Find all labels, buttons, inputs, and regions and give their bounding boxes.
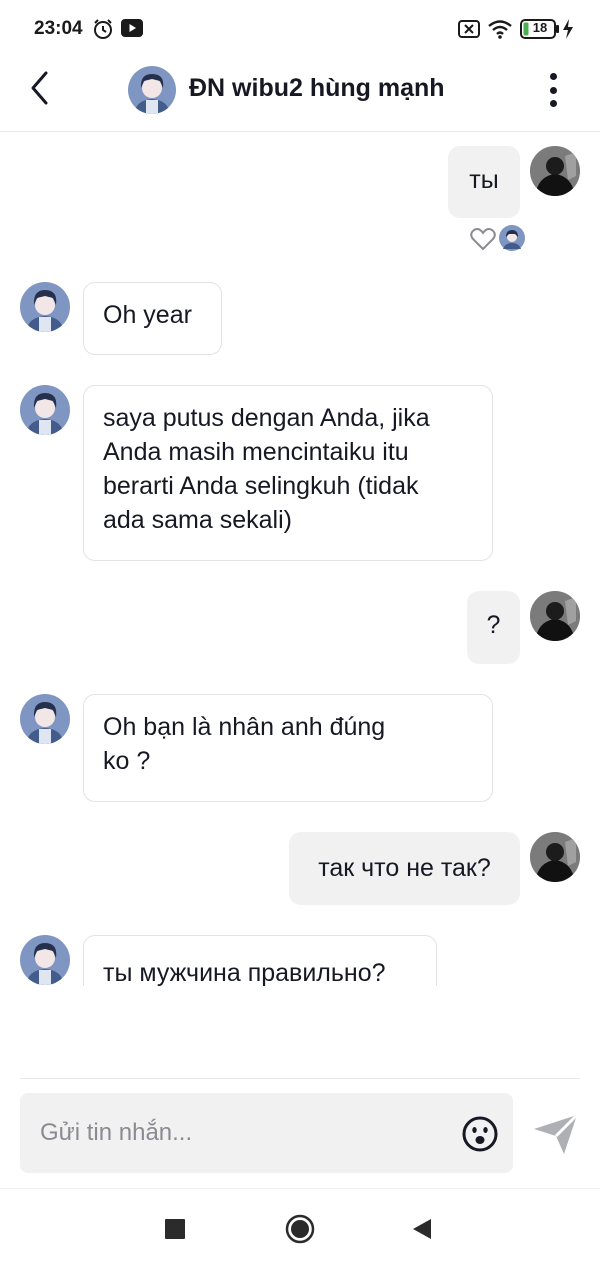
nav-recent-button[interactable]	[155, 1209, 195, 1249]
message-text: так что не так?	[318, 854, 491, 882]
status-bar: 23:04 18	[0, 0, 600, 58]
more-vertical-icon	[549, 73, 557, 80]
back-button[interactable]	[22, 68, 56, 108]
my-avatar[interactable]	[530, 146, 580, 196]
charging-icon	[563, 19, 573, 39]
message-bubble-incoming[interactable]: Oh bạn là nhân anh đúng ko ?	[83, 694, 493, 802]
message-bubble-outgoing[interactable]: так что не так?	[289, 832, 520, 905]
square-icon	[165, 1219, 185, 1239]
system-nav-bar	[0, 1188, 600, 1267]
contact-avatar[interactable]	[20, 694, 70, 744]
emoji-icon[interactable]	[461, 1115, 499, 1153]
youtube-icon	[121, 19, 143, 37]
wifi-icon	[488, 20, 512, 39]
heart-outline-icon[interactable]	[470, 227, 496, 251]
composer-divider	[20, 1078, 580, 1079]
nav-back-button[interactable]	[402, 1209, 442, 1249]
chat-title: ĐN wibu2 hùng mạnh	[189, 74, 445, 102]
message-bubble-incoming[interactable]: saya putus dengan Anda, jika Anda masih …	[83, 385, 493, 561]
message-line: Anda masih mencintaiku itu	[103, 438, 409, 466]
alarm-icon	[94, 19, 112, 39]
message-line: saya putus dengan Anda, jika	[103, 404, 430, 432]
contact-avatar[interactable]	[20, 385, 70, 435]
message-bubble-incoming[interactable]: ты мужчина правильно?	[83, 935, 437, 986]
message-bubble-outgoing[interactable]: ты	[448, 146, 520, 218]
send-icon	[534, 1113, 579, 1154]
my-avatar[interactable]	[530, 591, 580, 641]
message-text: ты мужчина правильно?	[103, 959, 386, 986]
chat-header: ĐN wibu2 hùng mạnh	[0, 58, 600, 132]
message-line: berarti Anda selingkuh (tidak	[103, 472, 419, 500]
message-bubble-outgoing[interactable]: ?	[467, 591, 520, 664]
chevron-left-icon	[31, 71, 48, 105]
message-reaction[interactable]	[470, 225, 526, 253]
contact-avatar[interactable]	[20, 282, 70, 332]
message-text: ?	[486, 611, 501, 639]
more-options-button[interactable]	[538, 70, 568, 110]
circle-icon	[285, 1214, 315, 1244]
reactor-avatar	[499, 225, 525, 251]
nav-home-button[interactable]	[280, 1209, 320, 1249]
status-time: 23:04	[34, 18, 83, 39]
triangle-left-icon	[413, 1219, 431, 1239]
send-button[interactable]	[532, 1112, 580, 1156]
my-avatar[interactable]	[530, 832, 580, 882]
contact-avatar[interactable]	[128, 66, 176, 114]
message-list[interactable]: ты Oh year saya putus dengan Anda, jika …	[0, 133, 600, 986]
message-line: Oh bạn là nhân anh đúng	[103, 713, 386, 741]
message-line: ko ?	[103, 747, 151, 775]
message-text: ты	[469, 166, 499, 194]
message-bubble-incoming[interactable]: Oh year	[83, 282, 222, 355]
contact-avatar[interactable]	[20, 935, 70, 985]
message-input[interactable]: Gửi tin nhắn...	[20, 1093, 513, 1173]
message-text: Oh year	[103, 301, 192, 329]
message-input-placeholder: Gửi tin nhắn...	[40, 1119, 193, 1146]
message-line: ada sama sekali)	[103, 506, 292, 534]
battery-level: 18	[532, 20, 548, 35]
no-sim-icon	[458, 20, 480, 38]
